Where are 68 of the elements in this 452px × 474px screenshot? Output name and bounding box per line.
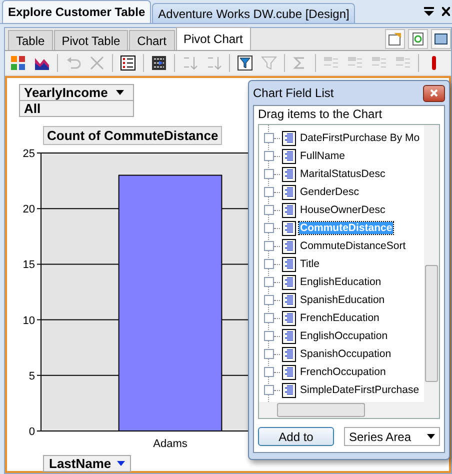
view-tab[interactable]: Pivot Chart: [176, 27, 251, 50]
field-item[interactable]: SpanishEducation: [299, 294, 386, 306]
field-icon: [282, 202, 296, 218]
caret-icon: [116, 90, 124, 95]
field-icon: [282, 256, 296, 272]
field-icon: [282, 220, 296, 236]
axis-tick-label: 5: [28, 370, 35, 382]
field-icon: [282, 274, 296, 290]
field-item[interactable]: FullName: [299, 150, 346, 162]
filter-value: All: [19, 101, 134, 117]
field-item[interactable]: DateFirstPurchase By Mo: [299, 132, 421, 144]
instruction-text: Drag items to the Chart: [257, 106, 384, 123]
field-icon: [282, 328, 296, 344]
window-title: Chart Field List: [253, 86, 334, 100]
view-tab[interactable]: Table: [8, 30, 53, 50]
properties-icon[interactable]: [385, 29, 405, 49]
close-icon[interactable]: [442, 7, 450, 16]
field-item[interactable]: Title: [299, 258, 320, 270]
axis-tick-label: 25: [22, 148, 35, 160]
category-label: Adams: [153, 438, 188, 450]
axis-tick-label: 20: [22, 204, 35, 216]
close-button[interactable]: [423, 84, 445, 102]
field-icon: [282, 148, 296, 164]
horizontal-scrollbar[interactable]: [259, 402, 439, 418]
category-field-button[interactable]: LastName: [43, 455, 132, 472]
field-icon: [282, 292, 296, 308]
field-icon: [282, 364, 296, 380]
field-item[interactable]: SimpleDateFirstPurchase: [299, 384, 420, 396]
field-item[interactable]: EnglishOccupation: [299, 330, 389, 342]
field-icon: [282, 166, 296, 182]
view-tab[interactable]: Pivot Table: [54, 30, 128, 50]
close-icon: [430, 89, 438, 97]
field-item[interactable]: SpanishOccupation: [299, 348, 392, 360]
field-item[interactable]: FrenchOccupation: [299, 366, 387, 378]
axis-tick-label: 15: [22, 259, 35, 272]
axis-tick-label: 0: [28, 426, 35, 438]
field-item[interactable]: FrenchEducation: [299, 312, 380, 324]
field-icon: [282, 184, 296, 200]
filter-icon[interactable]: [236, 54, 254, 72]
document-tab[interactable]: Explore Customer Table: [2, 0, 152, 23]
field-icon: [282, 310, 296, 326]
field-icon: [282, 130, 296, 146]
caret-icon: [117, 461, 126, 466]
field-layout-icon[interactable]: [150, 54, 168, 72]
field-icon: [282, 382, 296, 398]
field-item[interactable]: EnglishEducation: [299, 276, 382, 288]
vertical-scrollbar[interactable]: [424, 125, 439, 402]
category-field-label: LastName: [49, 456, 112, 471]
field-item[interactable]: HouseOwnerDesc: [299, 204, 386, 216]
field-item[interactable]: CommuteDistanceSort: [299, 240, 407, 252]
dropdown-icon[interactable]: [424, 7, 434, 16]
list-icon[interactable]: [119, 54, 137, 72]
area-dropdown[interactable]: Series Area: [344, 427, 440, 446]
caret-icon: [427, 434, 435, 439]
field-item[interactable]: MaritalStatusDesc: [299, 168, 386, 180]
window-icon[interactable]: [431, 29, 451, 49]
series-field-label: Count of CommuteDistance: [43, 126, 222, 145]
add-to-button[interactable]: Add to: [258, 427, 334, 446]
document-tab[interactable]: Adventure Works DW.cube [Design]: [152, 3, 356, 23]
field-icon: [282, 238, 296, 254]
field-icon: [282, 346, 296, 362]
view-tab[interactable]: Chart: [129, 30, 175, 50]
pivot-grid-icon[interactable]: [9, 54, 27, 72]
filter-field-label: YearlyIncome: [24, 85, 108, 100]
refresh-icon[interactable]: [408, 29, 428, 49]
axis-tick-label: 10: [22, 314, 35, 327]
field-item[interactable]: GenderDesc: [299, 186, 360, 198]
filter-field-button[interactable]: YearlyIncome: [19, 84, 134, 101]
